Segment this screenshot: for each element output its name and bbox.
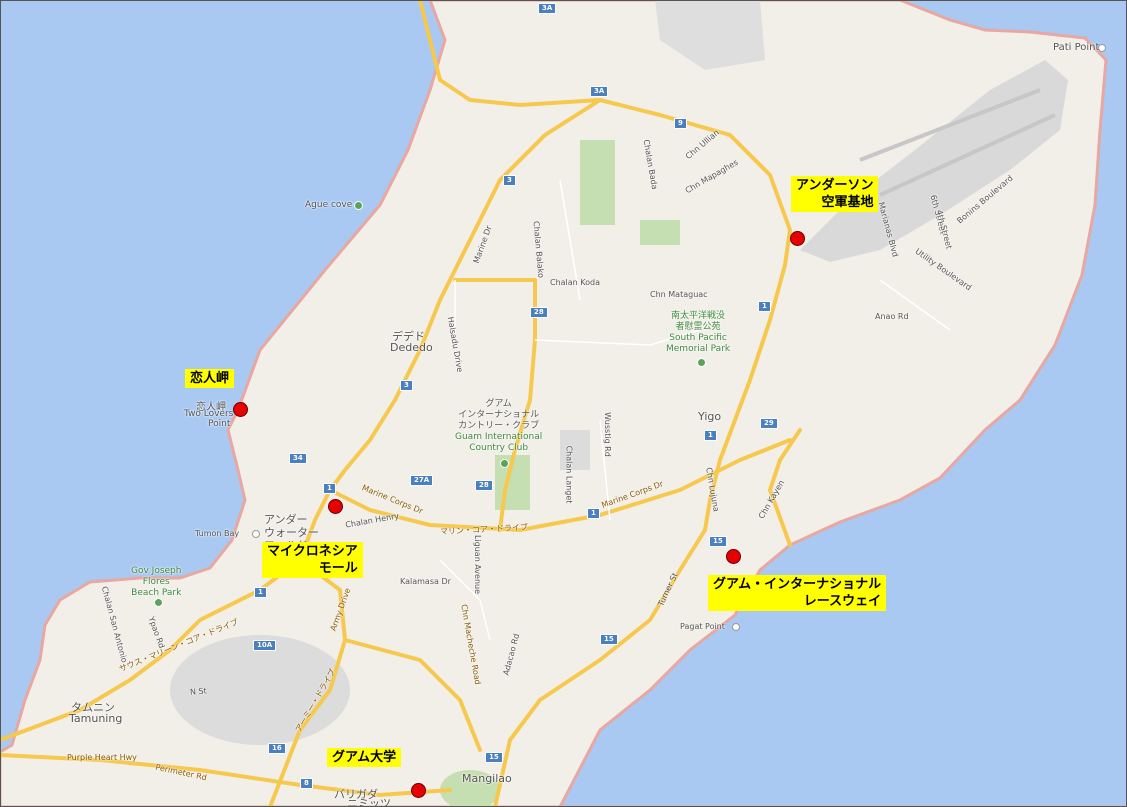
label-koibito-misaki-line-1: 恋人岬 — [190, 371, 230, 386]
street-kalamasa-dr: Kalamasa Dr — [400, 577, 451, 586]
street-chalan-koda: Chalan Koda — [550, 278, 601, 287]
street-anao-rd: Anao Rd — [875, 312, 909, 321]
place-gov-park-line-3: Beach Park — [131, 588, 182, 598]
route-shield: 1 — [587, 508, 600, 519]
street-purple-heart-hwy: Purple Heart Hwy — [67, 753, 137, 762]
route-shield: 1 — [758, 301, 771, 312]
place-two-lovers-point: Point — [208, 419, 231, 429]
park-area-2 — [640, 220, 680, 245]
marker-university-of-guam[interactable] — [411, 783, 426, 798]
route-shield: 28 — [475, 480, 493, 491]
place-ague-cove: Ague cove — [305, 200, 353, 210]
guam-map[interactable]: 3A 3A 9 3 28 1 3 34 1 27A 28 1 1 29 15 1… — [0, 0, 1127, 807]
label-micronesia-mall-line-2: モール — [318, 561, 358, 576]
route-shield: 10A — [253, 640, 277, 651]
place-mangilao: Mangilao — [462, 772, 512, 785]
place-dededo: Dededo — [390, 341, 433, 354]
route-shield: 3A — [538, 3, 557, 14]
marker-micronesia-mall[interactable] — [328, 499, 343, 514]
route-shield: 3A — [590, 86, 609, 97]
place-memorial-jp-1: 南太平洋戦没 — [671, 311, 726, 321]
label-university-of-guam-line-1: グアム大学 — [332, 750, 397, 765]
place-golf-en-1: Guam International — [455, 432, 543, 442]
route-shield: 3 — [400, 380, 413, 391]
park-icon — [500, 459, 509, 468]
label-guam-raceway-line-1: グアム・インターナショナル — [713, 577, 882, 592]
route-shield: 15 — [600, 634, 618, 645]
route-shield: 3 — [503, 175, 516, 186]
route-shield: 1 — [704, 430, 717, 441]
place-nimitz-jp: ニミッツ — [347, 797, 391, 807]
marker-guam-raceway[interactable] — [726, 549, 741, 564]
street-chalan-langet: Chalan Langet — [564, 445, 574, 504]
route-shield: 34 — [289, 453, 307, 464]
route-shield: 1 — [254, 587, 267, 598]
route-shield: 28 — [530, 307, 548, 318]
poi-icon — [252, 530, 260, 538]
place-pagat-point: Pagat Point — [680, 622, 725, 631]
label-micronesia-mall-line-1: マイクロネシア — [267, 544, 358, 559]
place-memorial-en-1: South Pacific — [669, 333, 727, 343]
route-shield: 16 — [268, 743, 286, 754]
place-pati-point: Pati Point — [1053, 42, 1100, 53]
route-shield: 15 — [485, 752, 503, 763]
park-icon — [697, 358, 706, 367]
place-golf-club: グアム インターナショナル カントリー・クラブ Guam Internation… — [455, 399, 542, 454]
marker-andersen-afb[interactable] — [790, 231, 805, 246]
route-shield: 8 — [300, 778, 313, 789]
street-liguan-avenue: Liguan Avenue — [473, 534, 483, 595]
place-yigo: Yigo — [698, 410, 722, 423]
route-shield: 9 — [674, 118, 687, 129]
street-n-st: N St — [189, 686, 208, 697]
place-golf-en-2: Country Club — [469, 443, 529, 453]
park-icon — [354, 201, 363, 210]
route-shield: 29 — [760, 418, 778, 429]
park-area-1 — [580, 140, 615, 225]
label-guam-raceway-line-2: レースウェイ — [803, 594, 882, 609]
street-chn-mataguac: Chn Mataguac — [650, 290, 708, 299]
street-wusstig-rd: Wusstig Rd — [602, 412, 612, 457]
place-golf-jp-2: インターナショナル — [458, 410, 540, 420]
park-icon — [154, 598, 163, 607]
place-gov-park-line-1: Gov Joseph — [131, 566, 182, 576]
label-andersen-afb-line-2: 空軍基地 — [821, 195, 874, 210]
poi-icon — [732, 623, 740, 631]
label-micronesia-mall: マイクロネシア モール — [262, 542, 363, 578]
label-andersen-afb: アンダーソン 空軍基地 — [791, 176, 879, 212]
place-gov-park: Gov Joseph Flores Beach Park — [131, 566, 181, 599]
map-base-layer — [0, 0, 1127, 807]
place-golf-jp-1: グアム — [485, 399, 512, 409]
label-university-of-guam: グアム大学 — [327, 748, 402, 767]
place-tamuning: Tamuning — [69, 712, 123, 725]
marker-koibito-misaki[interactable] — [233, 402, 248, 417]
place-memorial-jp-2: 者慰霊公苑 — [675, 322, 721, 332]
route-shield: 1 — [323, 483, 336, 494]
route-shield: 15 — [709, 536, 727, 547]
place-memorial-en-2: Memorial Park — [666, 344, 731, 354]
place-memorial-park: 南太平洋戦没 者慰霊公苑 South Pacific Memorial Park — [666, 311, 730, 355]
place-two-lovers-en: Two Lovers — [184, 409, 234, 419]
route-shield: 27A — [410, 475, 434, 486]
label-andersen-afb-line-1: アンダーソン — [796, 178, 874, 193]
label-guam-raceway: グアム・インターナショナル レースウェイ — [708, 575, 887, 611]
place-tumon-bay: Tumon Bay — [195, 529, 240, 538]
place-gov-park-line-2: Flores — [142, 577, 170, 587]
poi-icon — [1098, 44, 1106, 52]
label-koibito-misaki: 恋人岬 — [185, 369, 235, 388]
place-golf-jp-3: カントリー・クラブ — [458, 421, 540, 431]
